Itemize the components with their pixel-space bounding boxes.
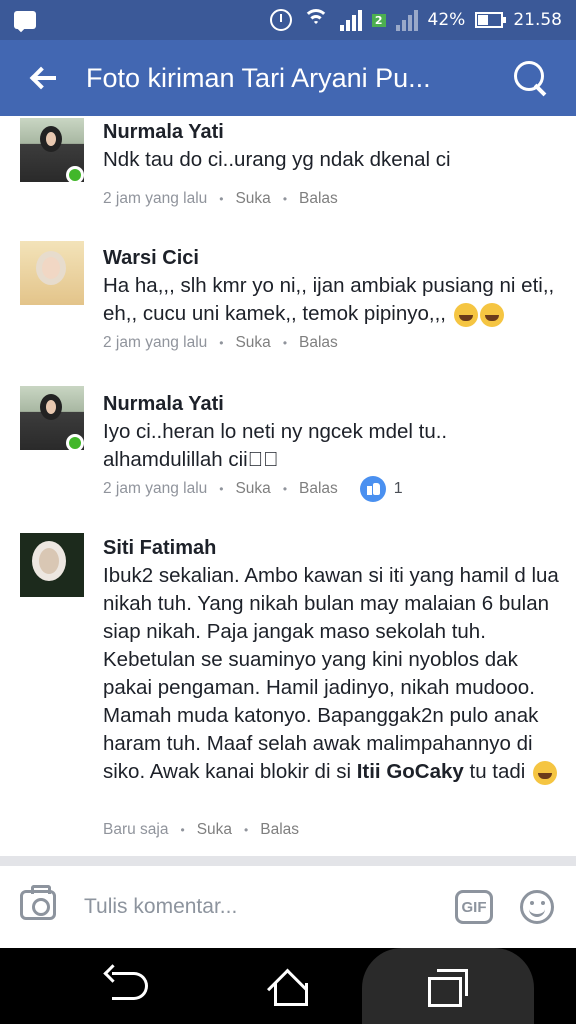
like-link[interactable]: Suka — [235, 480, 270, 498]
comment-composer: GIF — [0, 866, 576, 948]
app-bar: Foto kiriman Tari Aryani Pu... — [0, 40, 576, 116]
back-button[interactable] — [0, 40, 86, 116]
comment-text: Ndk tau do ci..urang yg ndak dkenal ci — [103, 148, 451, 171]
comment-item: Nurmala Yati Ndk tau do ci..urang yg nda… — [0, 116, 576, 226]
signal-sim2-icon — [395, 9, 418, 31]
back-arrow-icon — [30, 67, 56, 89]
search-button[interactable] — [486, 40, 576, 116]
comment-item: Nurmala Yati Iyo ci..heran lo neti ny ng… — [0, 380, 576, 520]
comment-text: Iyo ci..heran lo neti ny ngcek mdel tu..… — [103, 420, 448, 471]
avatar[interactable] — [20, 241, 84, 305]
mention-link[interactable]: Itii GoCaky — [357, 760, 464, 783]
battery-icon — [475, 12, 507, 28]
reaction-summary[interactable]: 1 — [359, 476, 403, 502]
comment-item: Siti Fatimah Ibuk2 sekalian. Ambo kawan … — [0, 528, 576, 856]
avatar[interactable] — [20, 533, 84, 597]
laughing-emoji-icon — [453, 302, 478, 327]
laughing-emoji-icon — [533, 760, 558, 785]
online-status-icon — [66, 434, 84, 452]
comment-timestamp: 2 jam yang lalu — [103, 480, 208, 497]
thumbs-up-icon — [359, 476, 386, 502]
reaction-count: 1 — [393, 480, 403, 497]
comment-author[interactable]: Nurmala Yati — [103, 392, 563, 416]
wifi-icon — [302, 9, 330, 31]
comment-actions: 2 jam yang lalu • Suka • Balas — [103, 334, 338, 352]
comment-timestamp: Baru saja — [103, 821, 169, 838]
blackberry-messenger-icon — [14, 11, 36, 29]
laughing-emoji-icon — [479, 302, 504, 327]
status-bar: 2 42% 21.58 — [0, 0, 576, 40]
status-indicators: 2 42% 21.58 — [269, 9, 562, 31]
sticker-icon[interactable] — [520, 890, 554, 924]
comment-author[interactable]: Warsi Cici — [103, 246, 563, 270]
comment-author[interactable]: Siti Fatimah — [103, 536, 563, 560]
comment-item: Warsi Cici Ha ha,,, slh kmr yo ni,, ijan… — [0, 234, 576, 374]
comment-actions: 2 jam yang lalu • Suka • Balas 1 — [103, 476, 403, 502]
reply-link[interactable]: Balas — [299, 334, 338, 352]
gif-button[interactable]: GIF — [455, 890, 493, 924]
nav-recents-button[interactable] — [362, 948, 534, 1024]
comment-actions: 2 jam yang lalu • Suka • Balas — [103, 190, 338, 208]
clock: 21.58 — [513, 10, 562, 30]
battery-percent: 42% — [427, 10, 466, 30]
online-status-icon — [66, 166, 84, 184]
nav-back-button[interactable] — [90, 948, 170, 1024]
reply-link[interactable]: Balas — [299, 480, 338, 498]
comment-input[interactable] — [84, 892, 424, 922]
comment-text-end: tu tadi — [463, 760, 526, 783]
comment-author[interactable]: Nurmala Yati — [103, 120, 563, 144]
recent-apps-icon — [428, 969, 468, 1007]
back-icon — [112, 972, 148, 1000]
alarm-icon — [269, 9, 292, 31]
divider — [0, 856, 576, 866]
like-link[interactable]: Suka — [197, 821, 232, 839]
comment-actions: Baru saja • Suka • Balas — [103, 821, 300, 839]
home-icon — [270, 969, 308, 1006]
reply-link[interactable]: Balas — [260, 821, 299, 839]
reply-link[interactable]: Balas — [299, 190, 338, 208]
camera-icon[interactable] — [20, 885, 56, 920]
page-title: Foto kiriman Tari Aryani Pu... — [86, 62, 431, 93]
comment-timestamp: 2 jam yang lalu — [103, 334, 208, 351]
like-link[interactable]: Suka — [235, 334, 270, 352]
comment-timestamp: 2 jam yang lalu — [103, 190, 208, 207]
like-link[interactable]: Suka — [235, 190, 270, 208]
search-icon — [514, 61, 548, 95]
comments-list: Nurmala Yati Ndk tau do ci..urang yg nda… — [0, 116, 576, 856]
nav-home-button[interactable] — [248, 948, 328, 1024]
sim2-badge: 2 — [371, 13, 386, 27]
signal-sim1-icon — [339, 9, 362, 31]
comment-text: Ibuk2 sekalian. Ambo kawan si iti yang h… — [103, 564, 559, 783]
system-nav-bar — [0, 948, 576, 1024]
